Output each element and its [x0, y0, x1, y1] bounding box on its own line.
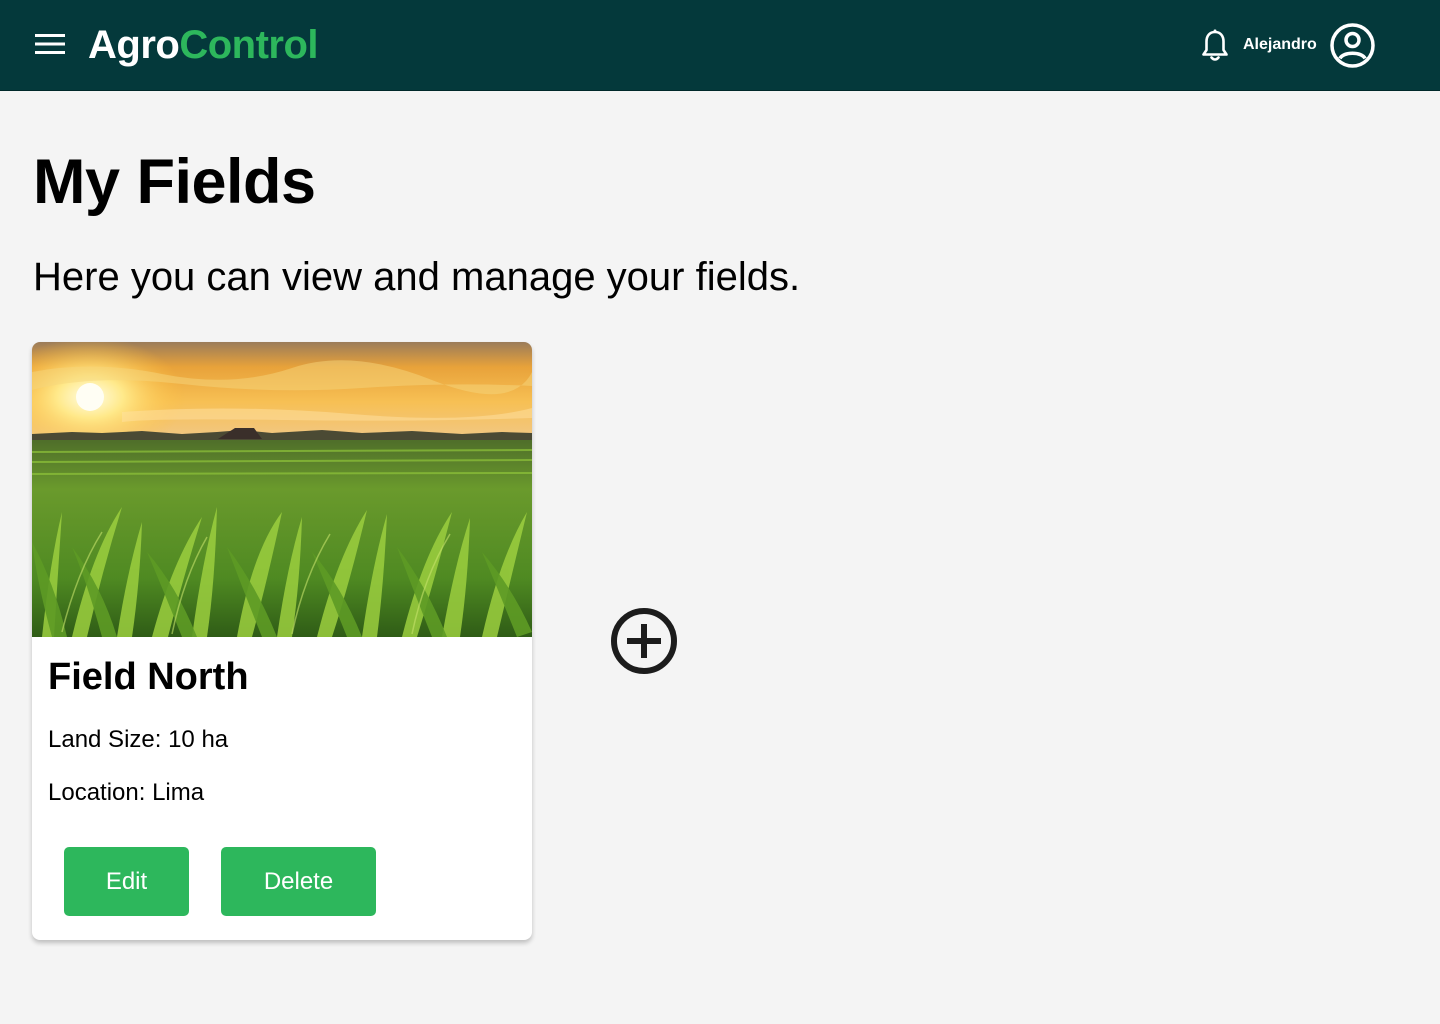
top-navigation-bar: AgroControl Alejandro — [0, 0, 1440, 91]
hamburger-menu-icon[interactable] — [30, 28, 70, 60]
field-card: Field North Land Size: 10 ha Location: L… — [32, 342, 532, 940]
user-circle-icon[interactable] — [1330, 23, 1375, 68]
edit-button[interactable]: Edit — [64, 847, 189, 916]
delete-button[interactable]: Delete — [221, 847, 376, 916]
logo-text-agro: Agro — [88, 23, 180, 67]
logo-text-control: Control — [179, 23, 319, 67]
username-label[interactable]: Alejandro — [1243, 33, 1317, 57]
page-title: My Fields — [33, 147, 316, 217]
page-subtitle: Here you can view and manage your fields… — [33, 255, 801, 299]
plus-circle-icon[interactable] — [608, 606, 680, 678]
field-land-size: Land Size: 10 ha — [48, 726, 229, 753]
app-logo[interactable]: AgroControl — [88, 20, 319, 70]
bell-icon[interactable] — [1199, 29, 1231, 63]
field-name: Field North — [48, 656, 249, 698]
field-image — [32, 342, 532, 637]
field-location: Location: Lima — [48, 779, 205, 806]
